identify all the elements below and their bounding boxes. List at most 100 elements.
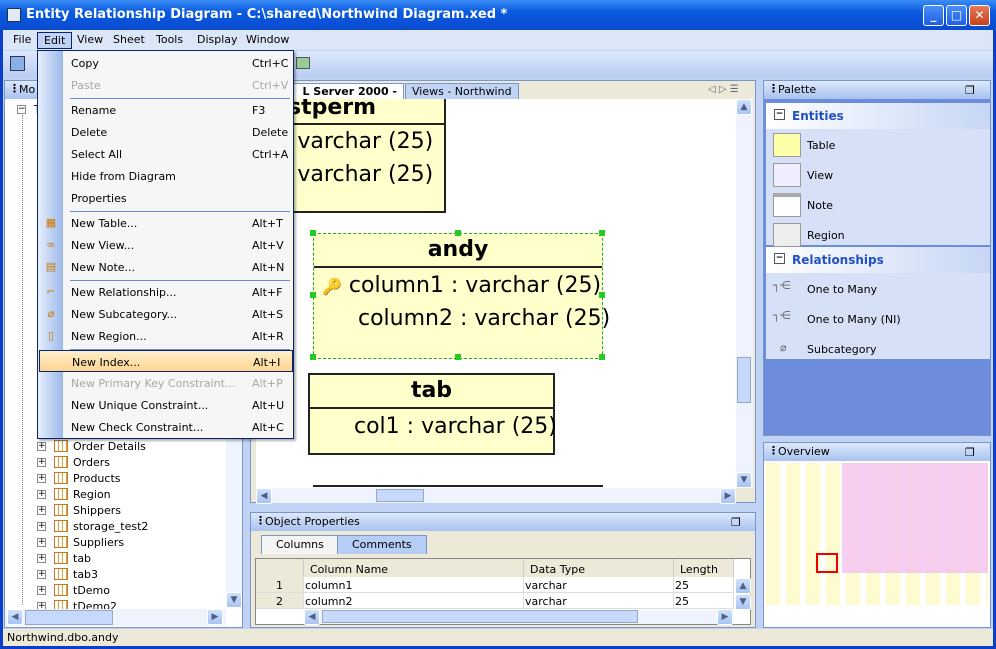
tree-item[interactable]: + storage_test2 (37, 518, 148, 534)
palette-item-note[interactable]: Note (770, 191, 980, 221)
scroll-thumb[interactable] (376, 489, 424, 502)
expand-icon[interactable]: + (37, 505, 46, 515)
scroll-thumb[interactable] (737, 357, 751, 403)
scroll-down-button[interactable]: ▼ (736, 472, 752, 488)
expand-icon[interactable]: + (37, 537, 46, 547)
menu-file[interactable]: File (7, 32, 37, 49)
tab-nav-icons[interactable]: ◁ ▷ ☰ (708, 84, 739, 95)
tree-item[interactable]: + Orders (37, 454, 110, 470)
scroll-thumb[interactable] (322, 610, 638, 623)
grid-cell-type[interactable]: varchar (524, 593, 674, 609)
menu-item-new-primary-key-constraint[interactable]: New Primary Key Constraint... Alt+P (39, 372, 293, 394)
expand-icon[interactable]: + (37, 553, 46, 563)
palette-item-one-to-many[interactable]: ┐⋲ One to Many (770, 275, 980, 305)
palette-item-one-to-many-ni[interactable]: ┐⋲ One to Many (NI) (770, 305, 980, 335)
menu-item-paste[interactable]: Paste Ctrl+V (39, 74, 293, 96)
scroll-right-button[interactable]: ▶ (717, 609, 733, 625)
palette-item-view[interactable]: View (770, 161, 980, 191)
menu-item-new-check-constraint[interactable]: New Check Constraint... Alt+C (39, 416, 293, 438)
resize-handle[interactable] (599, 230, 605, 236)
menu-edit[interactable]: Edit (37, 32, 73, 49)
header-length[interactable]: Length (674, 559, 734, 577)
menu-view[interactable]: View (71, 32, 109, 49)
section-header[interactable]: Relationships (766, 247, 990, 273)
scroll-left-button[interactable]: ◀ (7, 609, 23, 625)
overview-viewport[interactable] (816, 553, 838, 573)
menu-display[interactable]: Display (191, 32, 244, 49)
menu-item-delete[interactable]: Delete Delete (39, 121, 293, 143)
menu-item-new-table[interactable]: ▦ New Table... Alt+T (39, 212, 293, 234)
tree-item[interactable]: + tab3 (37, 566, 98, 582)
grid-cell-length[interactable]: 25 (674, 577, 734, 593)
menu-window[interactable]: Window (240, 32, 295, 49)
header-column-name[interactable]: Column Name (304, 559, 524, 577)
collapse-icon[interactable]: − (17, 105, 26, 114)
section-header[interactable]: Entities (766, 103, 990, 129)
tree-item[interactable]: + Region (37, 486, 111, 502)
tab-comments[interactable]: Comments (337, 535, 427, 554)
entity-andy[interactable]: andy 🔑 column1 : varchar (25) column2 : … (310, 230, 610, 360)
grid-cell-name[interactable]: column1 (304, 577, 524, 593)
expand-icon[interactable]: + (37, 521, 46, 531)
resize-handle[interactable] (310, 354, 316, 360)
minimize-button[interactable]: _ (923, 5, 944, 26)
scroll-thumb[interactable] (25, 610, 113, 625)
restore-icon[interactable]: ❐ (731, 516, 741, 529)
expand-icon[interactable]: + (37, 441, 46, 451)
grid-cell-name[interactable]: column2 (304, 593, 524, 609)
resize-handle[interactable] (455, 354, 461, 360)
expand-icon[interactable]: + (37, 585, 46, 595)
resize-handle[interactable] (599, 292, 605, 298)
tab-sql-server[interactable]: L Server 2000 - 54 (291, 83, 404, 100)
scroll-down-button[interactable]: ▼ (735, 594, 751, 610)
menu-item-new-relationship[interactable]: ⌐ New Relationship... Alt+F (39, 281, 293, 303)
scroll-down-button[interactable]: ▼ (226, 592, 242, 608)
menu-item-properties[interactable]: Properties (39, 187, 293, 209)
expand-icon[interactable]: + (37, 457, 46, 467)
scroll-left-button[interactable]: ◀ (256, 488, 272, 504)
menu-item-select-all[interactable]: Select All Ctrl+A (39, 143, 293, 165)
scroll-right-button[interactable]: ▶ (720, 488, 736, 504)
menu-tools[interactable]: Tools (150, 32, 189, 49)
diagram-canvas[interactable]: stperm : varchar (25) : varchar (25) and… (256, 99, 736, 488)
tree-item[interactable]: + Shippers (37, 502, 121, 518)
diagram-tool-icon[interactable] (296, 57, 310, 69)
diagram-horizontal-scrollbar[interactable]: ◀ ▶ (256, 488, 736, 504)
expand-icon[interactable]: + (37, 569, 46, 579)
menu-item-new-unique-constraint[interactable]: New Unique Constraint... Alt+U (39, 394, 293, 416)
scroll-left-button[interactable]: ◀ (304, 609, 320, 625)
tree-item[interactable]: + Products (37, 470, 121, 486)
menu-item-new-note[interactable]: ▤ New Note... Alt+N (39, 256, 293, 278)
scroll-right-button[interactable]: ▶ (207, 609, 223, 625)
menu-item-new-region[interactable]: ▯ New Region... Alt+R (39, 325, 293, 347)
grid-cell-num[interactable]: 2 (256, 593, 304, 609)
scroll-up-button[interactable]: ▲ (736, 99, 752, 115)
menu-item-new-index[interactable]: New Index... Alt+I (39, 350, 293, 372)
grid-cell-num[interactable]: 1 (256, 577, 304, 593)
resize-handle[interactable] (455, 230, 461, 236)
restore-icon[interactable]: ❐ (965, 446, 975, 459)
tree-horizontal-scrollbar[interactable]: ◀ ▶ (5, 609, 226, 626)
palette-item-table[interactable]: Table (770, 131, 980, 161)
restore-icon[interactable]: ❐ (965, 84, 975, 97)
expand-icon[interactable]: + (37, 489, 46, 499)
tree-item[interactable]: + Suppliers (37, 534, 124, 550)
maximize-button[interactable]: □ (946, 5, 967, 26)
menu-item-new-view[interactable]: ∞ New View... Alt+V (39, 234, 293, 256)
tree-item[interactable]: + tDemo (37, 582, 110, 598)
header-data-type[interactable]: Data Type (524, 559, 674, 577)
tree-item[interactable]: + tab (37, 550, 91, 566)
menu-item-new-subcategory[interactable]: ⌀ New Subcategory... Alt+S (39, 303, 293, 325)
resize-handle[interactable] (310, 230, 316, 236)
menu-item-copy[interactable]: Copy Ctrl+C (39, 52, 293, 74)
tree-item[interactable]: + Order Details (37, 438, 146, 454)
menu-item-rename[interactable]: Rename F3 (39, 99, 293, 121)
grid-cell-type[interactable]: varchar (524, 577, 674, 593)
entity-tab[interactable]: tab col1 : varchar (25) (308, 373, 557, 455)
palette-item-subcategory[interactable]: ⌀ Subcategory (770, 335, 980, 365)
menu-item-hide-from-diagram[interactable]: Hide from Diagram (39, 165, 293, 187)
menu-sheet[interactable]: Sheet (107, 32, 151, 49)
tab-columns[interactable]: Columns (261, 535, 339, 554)
grid-horizontal-scrollbar[interactable]: ◀ ▶ (304, 609, 734, 625)
resize-handle[interactable] (599, 354, 605, 360)
